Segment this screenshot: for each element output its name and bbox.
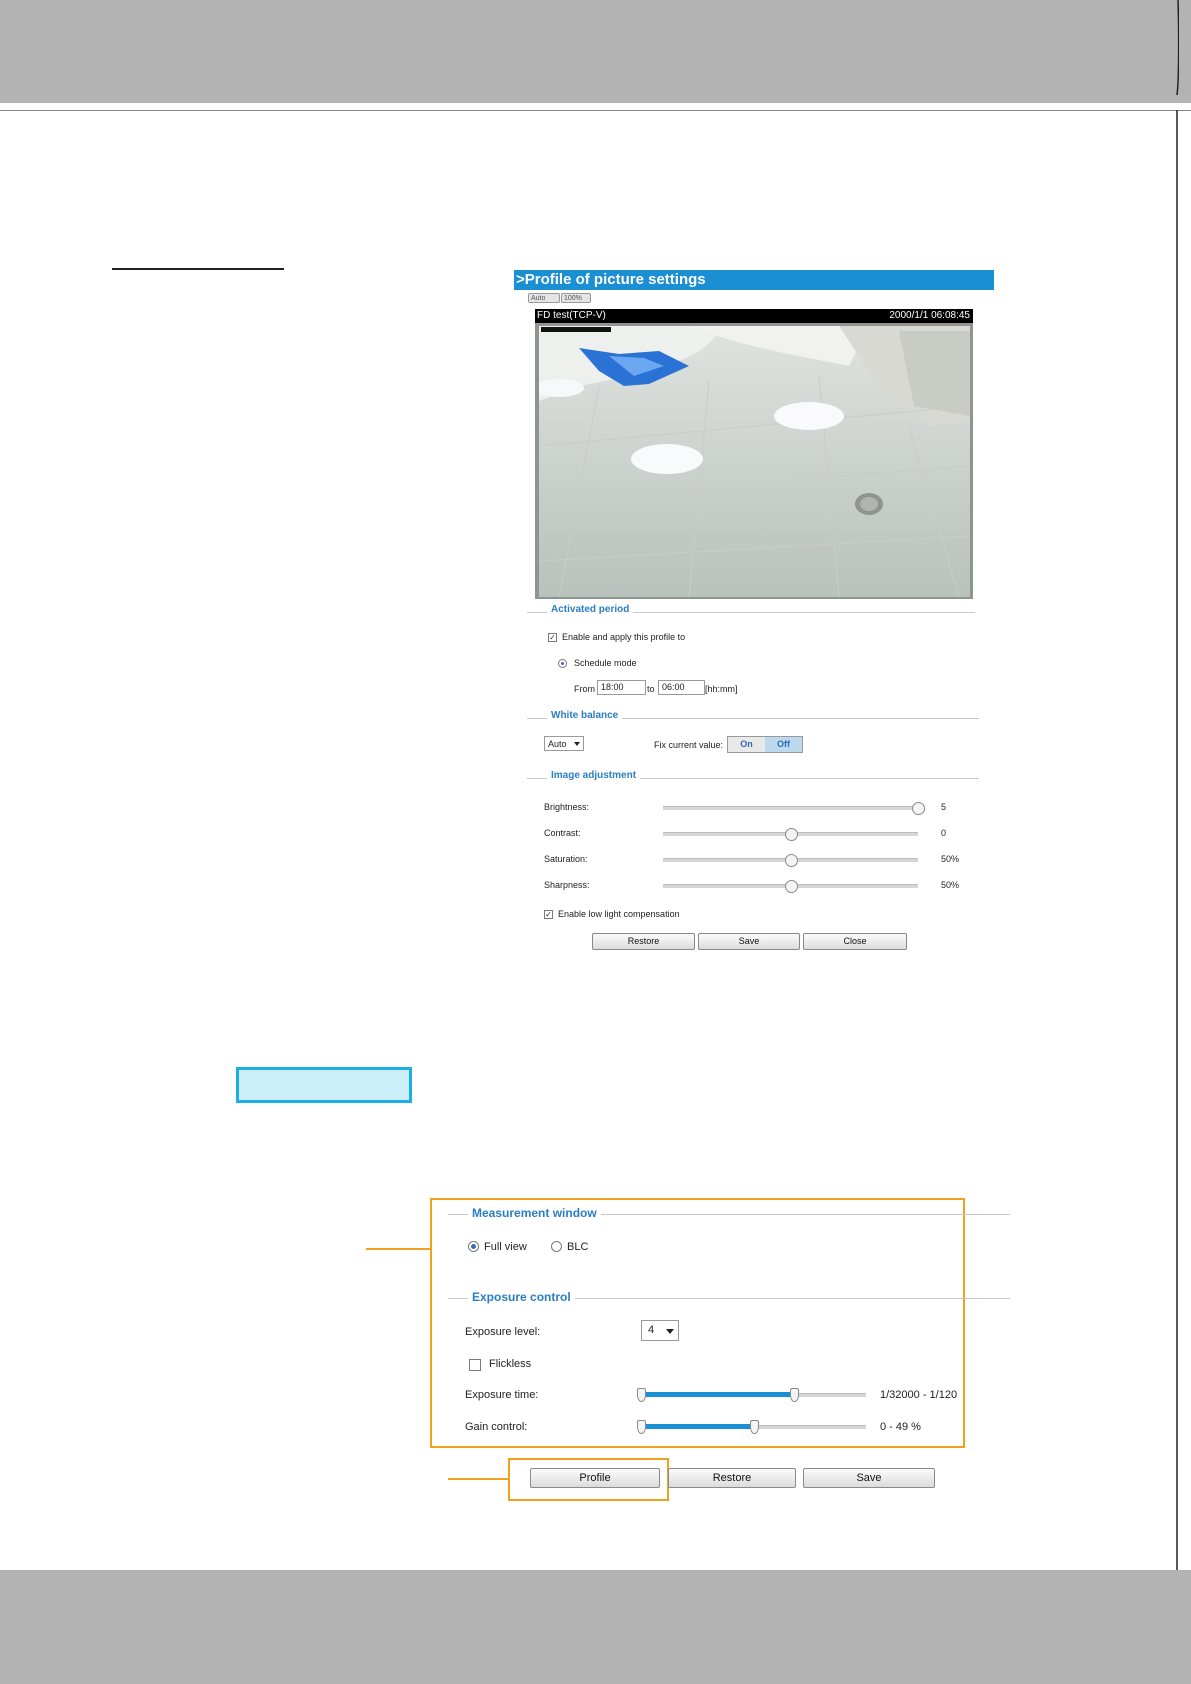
zoom-100-label: 100% (564, 295, 582, 302)
measurement-window-legend: Measurement window (448, 1206, 1010, 1222)
callout-line-1 (366, 1248, 430, 1250)
camera-label: FD test(TCP-V) (537, 310, 606, 321)
low-light-checkbox[interactable]: ✓ (544, 910, 553, 919)
activated-period-legend: Activated period (527, 604, 975, 620)
header-rule (0, 110, 1191, 111)
panel-save-button[interactable]: Save (698, 933, 800, 950)
page-edge-curve (1176, 0, 1179, 1570)
adjustment-label: Saturation: (544, 854, 588, 864)
adjustment-label: Brightness: (544, 802, 590, 812)
blc-radio[interactable] (551, 1241, 562, 1252)
chevron-down-icon (666, 1329, 674, 1334)
adjustment-value: 5 (941, 802, 947, 812)
adjustment-slider-handle[interactable] (912, 802, 925, 815)
low-light-label: Enable low light compensation (558, 909, 680, 919)
adjustment-slider-handle[interactable] (784, 880, 798, 893)
panel-restore-button[interactable]: Restore (592, 933, 695, 950)
flickless-checkbox[interactable] (469, 1359, 481, 1371)
gain-min-handle[interactable] (637, 1420, 646, 1434)
highlight-box (236, 1067, 412, 1103)
exposure-time-value: 1/32000 - 1/120 (880, 1389, 958, 1401)
adjustment-value: 50% (941, 880, 960, 890)
schedule-mode-label: Schedule mode (574, 658, 637, 668)
panel-close-button[interactable]: Close (803, 933, 907, 950)
gain-max-handle[interactable] (749, 1420, 759, 1434)
time-format-hint: [hh:mm] (705, 684, 738, 694)
gain-control-label: Gain control: (465, 1421, 528, 1433)
zoom-100-button[interactable]: 100% (561, 293, 591, 303)
gain-range-fill (641, 1424, 754, 1429)
adjustment-value: 0 (941, 828, 947, 838)
adjustment-slider-track[interactable] (663, 806, 918, 810)
video-caption-bar: FD test(TCP-V) 2000/1/1 06:08:45 (535, 309, 973, 323)
full-view-radio[interactable] (468, 1241, 479, 1252)
fix-value-toggle[interactable]: On Off (727, 736, 803, 753)
footer-band (0, 1570, 1191, 1684)
exposure-time-max-handle[interactable] (790, 1388, 799, 1402)
adjustment-slider-handle[interactable] (784, 828, 798, 841)
adjustment-slider-handle[interactable] (784, 854, 798, 867)
exposure-level-select[interactable]: 4 (641, 1320, 679, 1341)
white-balance-legend: White balance (527, 710, 979, 726)
exposure-time-min-handle[interactable] (637, 1388, 646, 1402)
enable-profile-checkbox[interactable]: ✓ (548, 633, 557, 642)
enable-profile-label: Enable and apply this profile to (562, 632, 686, 642)
section-underline (112, 268, 284, 270)
exposure-level-label: Exposure level: (465, 1326, 541, 1338)
adjustment-label: Contrast: (544, 828, 581, 838)
exposure-time-range-fill (641, 1392, 794, 1397)
restore-button[interactable]: Restore (668, 1468, 796, 1488)
save-button[interactable]: Save (803, 1468, 935, 1488)
profile-panel-title: >Profile of picture settings (514, 270, 994, 290)
live-video-view[interactable] (539, 326, 970, 597)
gain-control-value: 0 - 49 % (880, 1421, 921, 1433)
header-band (0, 0, 1191, 103)
auto-view-button[interactable]: Auto (528, 293, 560, 303)
fix-current-value-label: Fix current value: (654, 740, 724, 750)
from-label: From (574, 684, 595, 694)
exposure-control-legend: Exposure control (448, 1290, 1010, 1306)
white-balance-select[interactable]: Auto (544, 736, 584, 751)
adjustment-label: Sharpness: (544, 880, 590, 890)
exposure-level-value: 4 (648, 1324, 655, 1336)
image-adjustment-legend: Image adjustment (527, 770, 979, 786)
exposure-callout-box (430, 1198, 965, 1448)
from-time-input[interactable]: 18:00 (597, 680, 646, 695)
video-timestamp: 2000/1/1 06:08:45 (889, 310, 970, 321)
to-label: to (647, 684, 655, 694)
chevron-down-icon (574, 742, 580, 746)
flickless-label: Flickless (489, 1358, 532, 1370)
to-time-input[interactable]: 06:00 (658, 680, 705, 695)
adjustment-value: 50% (941, 854, 960, 864)
auto-view-label: Auto (531, 295, 546, 302)
schedule-mode-radio[interactable] (558, 659, 567, 668)
white-balance-value: Auto (548, 739, 567, 749)
exposure-time-label: Exposure time: (465, 1389, 539, 1401)
toggle-off-option[interactable]: Off (765, 737, 802, 752)
full-view-label: Full view (484, 1241, 527, 1253)
profile-button[interactable]: Profile (530, 1468, 660, 1488)
callout-line-2 (448, 1478, 508, 1480)
blc-label: BLC (567, 1241, 589, 1253)
toggle-on-option[interactable]: On (728, 737, 765, 752)
